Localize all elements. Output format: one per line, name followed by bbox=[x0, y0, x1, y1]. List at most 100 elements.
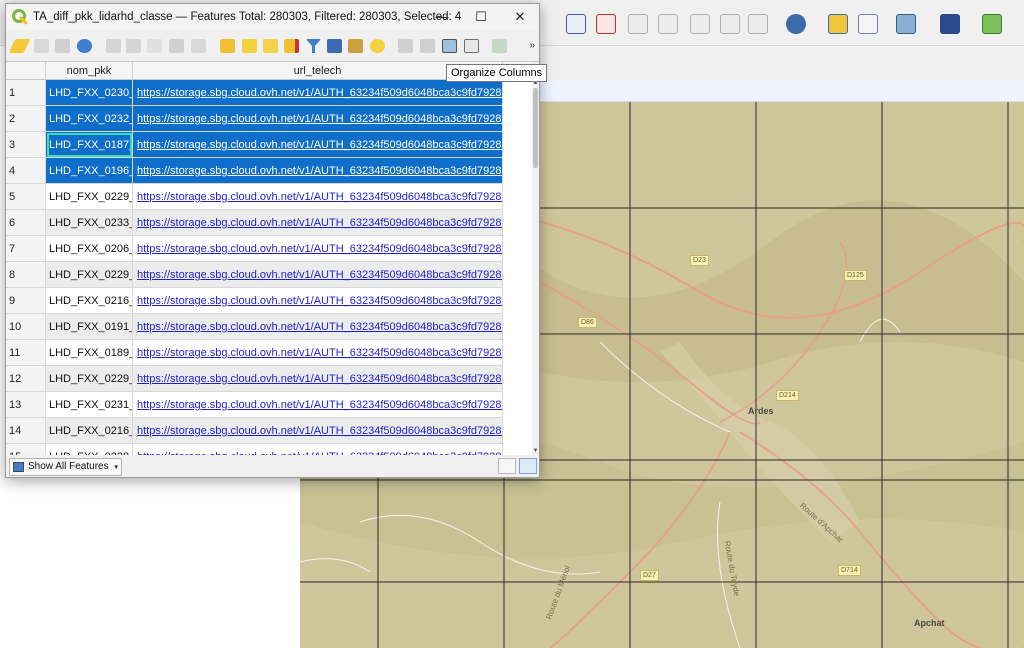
cell-nom-pkk[interactable]: LHD_FXX_0189_... bbox=[46, 340, 133, 366]
row-number[interactable]: 15 bbox=[6, 444, 46, 455]
row-number[interactable]: 3 bbox=[6, 132, 46, 158]
label-rotate-icon[interactable] bbox=[658, 14, 678, 34]
form-view-button[interactable] bbox=[498, 458, 516, 474]
cell-url-telech-link[interactable]: https://storage.sbg.cloud.ovh.net/v1/AUT… bbox=[133, 288, 503, 314]
table-row[interactable]: 12LHD_FXX_0229_...https://storage.sbg.cl… bbox=[6, 366, 532, 392]
python-console-icon[interactable] bbox=[828, 14, 848, 34]
cell-nom-pkk[interactable]: LHD_FXX_0206_... bbox=[46, 236, 133, 262]
help-icon[interactable] bbox=[940, 14, 960, 34]
table-row[interactable]: 3LHD_FXX_0187_...https://storage.sbg.clo… bbox=[6, 132, 532, 158]
table-row[interactable]: 13LHD_FXX_0231_...https://storage.sbg.cl… bbox=[6, 392, 532, 418]
cell-url-telech-link[interactable]: https://storage.sbg.cloud.ovh.net/v1/AUT… bbox=[133, 392, 503, 418]
label-abc-icon[interactable] bbox=[566, 14, 586, 34]
pan-to-selected-icon[interactable] bbox=[348, 39, 363, 53]
label-abc-red-icon[interactable] bbox=[596, 14, 616, 34]
table-row[interactable]: 1LHD_FXX_0230_...https://storage.sbg.clo… bbox=[6, 80, 532, 106]
table-row[interactable]: 10LHD_FXX_0191_...https://storage.sbg.cl… bbox=[6, 314, 532, 340]
column-header-nom-pkk[interactable]: nom_pkk bbox=[46, 62, 133, 80]
cell-nom-pkk[interactable]: LHD_FXX_0196_... bbox=[46, 158, 133, 184]
table-row[interactable]: 11LHD_FXX_0189_...https://storage.sbg.cl… bbox=[6, 340, 532, 366]
cell-nom-pkk[interactable]: LHD_FXX_0232_... bbox=[46, 106, 133, 132]
toggle-editing-icon[interactable] bbox=[8, 39, 31, 53]
feature-filter-button[interactable]: Show All Features ▾ bbox=[9, 458, 122, 476]
add-feature-icon[interactable] bbox=[106, 39, 121, 53]
cell-url-telech-link[interactable]: https://storage.sbg.cloud.ovh.net/v1/AUT… bbox=[133, 340, 503, 366]
vertical-scrollbar[interactable]: ▲ ▼ bbox=[532, 62, 539, 455]
move-selection-top-icon[interactable] bbox=[327, 39, 342, 53]
row-number[interactable]: 13 bbox=[6, 392, 46, 418]
cell-url-telech-link[interactable]: https://storage.sbg.cloud.ovh.net/v1/AUT… bbox=[133, 444, 503, 455]
toggle-multi-edit-icon[interactable] bbox=[34, 39, 49, 53]
cell-url-telech-link[interactable]: https://storage.sbg.cloud.ovh.net/v1/AUT… bbox=[133, 158, 503, 184]
save-edits-icon[interactable] bbox=[55, 39, 70, 53]
cell-nom-pkk[interactable]: LHD_FXX_0216_... bbox=[46, 418, 133, 444]
table-row[interactable]: 5LHD_FXX_0229_...https://storage.sbg.clo… bbox=[6, 184, 532, 210]
cut-icon[interactable] bbox=[147, 39, 162, 53]
cell-nom-pkk[interactable]: LHD_FXX_0229_... bbox=[46, 262, 133, 288]
profile-tool-icon[interactable] bbox=[858, 14, 878, 34]
row-number[interactable]: 11 bbox=[6, 340, 46, 366]
maximize-button[interactable]: ☐ bbox=[462, 4, 500, 30]
title-bar[interactable]: TA_diff_pkk_lidarhd_classe — Features To… bbox=[6, 4, 539, 30]
cell-url-telech-link[interactable]: https://storage.sbg.cloud.ovh.net/v1/AUT… bbox=[133, 106, 503, 132]
plugin-refresh-icon[interactable] bbox=[982, 14, 1002, 34]
label-show-hide-icon[interactable] bbox=[748, 14, 768, 34]
new-field-icon[interactable] bbox=[398, 39, 413, 53]
cell-url-telech-link[interactable]: https://storage.sbg.cloud.ovh.net/v1/AUT… bbox=[133, 262, 503, 288]
cell-nom-pkk[interactable]: LHD_FXX_0187_... bbox=[46, 132, 133, 158]
table-view-button[interactable] bbox=[519, 458, 537, 474]
cell-nom-pkk[interactable]: LHD_FXX_0229_... bbox=[46, 366, 133, 392]
attribute-table[interactable]: nom_pkk url_telech 1LHD_FXX_0230_...http… bbox=[6, 61, 539, 455]
conditional-formatting-icon[interactable] bbox=[464, 39, 479, 53]
row-number[interactable]: 12 bbox=[6, 366, 46, 392]
paste-icon[interactable] bbox=[191, 39, 206, 53]
scroll-thumb[interactable] bbox=[533, 88, 538, 168]
row-number[interactable]: 8 bbox=[6, 262, 46, 288]
dock-attribute-table-icon[interactable] bbox=[492, 39, 507, 53]
table-row[interactable]: 9LHD_FXX_0216_...https://storage.sbg.clo… bbox=[6, 288, 532, 314]
scroll-down-icon[interactable]: ▼ bbox=[532, 448, 539, 454]
table-row[interactable]: 14LHD_FXX_0216_...https://storage.sbg.cl… bbox=[6, 418, 532, 444]
row-number[interactable]: 5 bbox=[6, 184, 46, 210]
zoom-to-selected-icon[interactable] bbox=[370, 39, 385, 53]
label-change-icon[interactable] bbox=[690, 14, 710, 34]
field-calculator-icon[interactable] bbox=[442, 39, 457, 53]
delete-feature-icon[interactable] bbox=[126, 39, 141, 53]
cell-nom-pkk[interactable]: LHD_FXX_0229_... bbox=[46, 184, 133, 210]
select-expression-icon[interactable] bbox=[220, 39, 235, 53]
cell-url-telech-link[interactable]: https://storage.sbg.cloud.ovh.net/v1/AUT… bbox=[133, 184, 503, 210]
select-all-icon[interactable] bbox=[242, 39, 257, 53]
row-number[interactable]: 9 bbox=[6, 288, 46, 314]
label-pin-icon[interactable] bbox=[720, 14, 740, 34]
row-number[interactable]: 10 bbox=[6, 314, 46, 340]
row-number[interactable]: 1 bbox=[6, 80, 46, 106]
table-row[interactable]: 15LHD_FXX_0228_...https://storage.sbg.cl… bbox=[6, 444, 532, 455]
cell-nom-pkk[interactable]: LHD_FXX_0191_... bbox=[46, 314, 133, 340]
table-row[interactable]: 7LHD_FXX_0206_...https://storage.sbg.clo… bbox=[6, 236, 532, 262]
cell-url-telech-link[interactable]: https://storage.sbg.cloud.ovh.net/v1/AUT… bbox=[133, 210, 503, 236]
cell-nom-pkk[interactable]: LHD_FXX_0228_... bbox=[46, 444, 133, 455]
cell-url-telech-link[interactable]: https://storage.sbg.cloud.ovh.net/v1/AUT… bbox=[133, 236, 503, 262]
table-row[interactable]: 6LHD_FXX_0233_...https://storage.sbg.clo… bbox=[6, 210, 532, 236]
label-move-icon[interactable] bbox=[628, 14, 648, 34]
copy-icon[interactable] bbox=[169, 39, 184, 53]
row-number[interactable]: 7 bbox=[6, 236, 46, 262]
cell-nom-pkk[interactable]: LHD_FXX_0216_... bbox=[46, 288, 133, 314]
deselect-all-icon[interactable] bbox=[284, 39, 299, 53]
row-number[interactable]: 4 bbox=[6, 158, 46, 184]
cell-nom-pkk[interactable]: LHD_FXX_0231_... bbox=[46, 392, 133, 418]
row-number[interactable]: 6 bbox=[6, 210, 46, 236]
table-row[interactable]: 8LHD_FXX_0229_...https://storage.sbg.clo… bbox=[6, 262, 532, 288]
corner-header[interactable] bbox=[6, 62, 46, 80]
table-row[interactable]: 4LHD_FXX_0196_...https://storage.sbg.clo… bbox=[6, 158, 532, 184]
cell-nom-pkk[interactable]: LHD_FXX_0233_... bbox=[46, 210, 133, 236]
row-number[interactable]: 2 bbox=[6, 106, 46, 132]
more-tools-button[interactable]: » bbox=[529, 40, 535, 51]
table-row[interactable]: 2LHD_FXX_0232_...https://storage.sbg.clo… bbox=[6, 106, 532, 132]
close-button[interactable]: ✕ bbox=[501, 4, 539, 30]
cell-url-telech-link[interactable]: https://storage.sbg.cloud.ovh.net/v1/AUT… bbox=[133, 80, 503, 106]
filter-select-icon[interactable] bbox=[306, 39, 321, 53]
reload-icon[interactable] bbox=[77, 39, 92, 53]
cell-url-telech-link[interactable]: https://storage.sbg.cloud.ovh.net/v1/AUT… bbox=[133, 132, 503, 158]
minimize-button[interactable]: — bbox=[423, 4, 461, 30]
